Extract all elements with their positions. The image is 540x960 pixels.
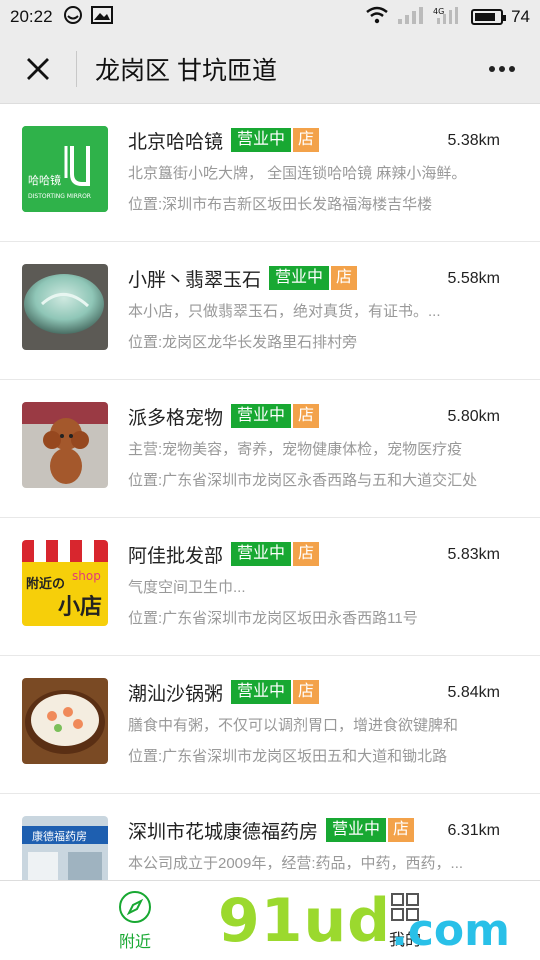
open-status-badge: 营业中	[231, 680, 292, 704]
status-time: 20:22	[10, 7, 53, 26]
store-address: 位置:深圳市布吉新区坂田长发路福海楼吉华楼	[128, 196, 433, 213]
title-divider	[76, 50, 77, 87]
store-thumbnail: 康德福药房	[22, 816, 108, 880]
store-distance: 6.31km	[447, 822, 500, 839]
close-button[interactable]	[18, 49, 58, 89]
open-status-badge: 营业中	[269, 266, 330, 290]
store-description: 主营:宠物美容，寄养，宠物健康体检，宠物医疗疫	[128, 441, 463, 458]
battery-percent: 74	[511, 7, 530, 26]
store-thumbnail	[22, 402, 108, 488]
image-notification-icon	[90, 5, 113, 29]
store-type-badge: 店	[388, 818, 415, 842]
store-name: 深圳市花城康德福药房	[128, 821, 319, 843]
store-thumbnail	[22, 264, 108, 350]
battery-icon	[471, 9, 507, 25]
more-dot-icon	[509, 65, 515, 72]
tab-bar: 附近 我的	[0, 880, 540, 960]
more-dot-icon	[489, 65, 495, 72]
store-thumbnail: 哈哈镜 DISTORTING MIRROR	[22, 126, 108, 212]
more-dot-icon	[499, 65, 505, 72]
store-distance: 5.83km	[447, 546, 500, 563]
open-status-badge: 营业中	[326, 818, 387, 842]
open-status-badge: 营业中	[231, 542, 292, 566]
store-name: 派多格宠物	[128, 407, 224, 429]
title-bar: 龙岗区 甘坑匝道	[0, 34, 540, 104]
store-item[interactable]: 康德福药房 深圳市花城康德福药房 营业中 店 本公司成立于2009年，经营:药品…	[0, 794, 540, 880]
tab-nearby[interactable]: 附近	[0, 881, 270, 960]
store-address: 位置:广东省深圳市龙岗区坂田永香西路11号	[128, 610, 418, 627]
svg-text:小店: 小店	[58, 595, 102, 620]
store-address: 位置:广东省深圳市龙岗区坂田五和大道和锄北路	[128, 748, 448, 765]
store-type-badge: 店	[293, 680, 320, 704]
store-item[interactable]: 哈哈镜 DISTORTING MIRROR 北京哈哈镜 营业中 店 北京簋街小吃…	[0, 104, 540, 242]
store-name: 阿佳批发部	[128, 545, 224, 567]
store-type-badge: 店	[331, 266, 358, 290]
store-address: 位置:广东省深圳市龙岗区永香西路与五和大道交汇处	[128, 472, 478, 489]
tab-nearby-label: 附近	[118, 933, 151, 951]
thumb-brand-text: DISTORTING MIRROR	[28, 193, 91, 200]
store-distance: 5.58km	[447, 270, 500, 287]
open-status-badge: 营业中	[231, 128, 292, 152]
store-description: 北京簋街小吃大牌， 全国连锁哈哈镜 麻辣小海鲜。	[128, 165, 467, 182]
store-item[interactable]: 潮汕沙锅粥 营业中 店 膳食中有粥，不仅可以调剂胃口，增进食欲键脾和 位置:广东…	[0, 656, 540, 794]
store-item[interactable]: 附近の shop 小店 阿佳批发部 营业中 店 气度空间卫生巾... 位置:广东…	[0, 518, 540, 656]
store-thumbnail	[22, 678, 108, 764]
close-icon	[27, 57, 49, 80]
store-type-badge: 店	[293, 404, 320, 428]
svg-text:shop: shop	[72, 569, 101, 583]
wifi-icon	[365, 6, 389, 29]
more-button[interactable]	[482, 49, 522, 89]
svg-text:康德福药房: 康德福药房	[32, 829, 87, 843]
grid-icon	[391, 892, 419, 921]
store-item[interactable]: 小胖丶翡翠玉石 营业中 店 本小店，只做翡翠玉石，绝对真货，有证书。... 位置…	[0, 242, 540, 380]
store-name: 小胖丶翡翠玉石	[128, 269, 262, 291]
page-title: 龙岗区 甘坑匝道	[95, 56, 277, 85]
tab-mine-label: 我的	[388, 931, 421, 949]
store-name: 潮汕沙锅粥	[128, 683, 224, 705]
store-distance: 5.80km	[447, 408, 500, 425]
store-distance: 5.84km	[447, 684, 500, 701]
status-bar: 20:22 4G 74	[0, 0, 540, 34]
svg-text:4G: 4G	[433, 7, 444, 16]
store-type-badge: 店	[293, 128, 320, 152]
store-description: 气度空间卫生巾...	[128, 579, 246, 596]
signal-icon	[397, 6, 425, 29]
4g-signal-icon: 4G	[433, 6, 463, 29]
store-address: 位置:龙岗区龙华长发路里石排村旁	[128, 334, 358, 351]
store-item[interactable]: 派多格宠物 营业中 店 主营:宠物美容，寄养，宠物健康体检，宠物医疗疫 位置:广…	[0, 380, 540, 518]
store-description: 膳食中有粥，不仅可以调剂胃口，增进食欲键脾和	[128, 717, 459, 734]
store-distance: 5.38km	[447, 132, 500, 149]
store-type-badge: 店	[293, 542, 320, 566]
svg-text:哈哈镜: 哈哈镜	[28, 173, 61, 187]
tab-mine[interactable]: 我的	[270, 881, 540, 960]
store-description: 本公司成立于2009年，经营:药品，中药，西药，...	[128, 855, 464, 872]
store-thumbnail: 附近の shop 小店	[22, 540, 108, 626]
store-name: 北京哈哈镜	[128, 131, 224, 153]
app-notification-icon	[63, 5, 83, 30]
compass-icon	[119, 890, 151, 923]
store-description: 本小店，只做翡翠玉石，绝对真货，有证书。...	[128, 303, 441, 320]
open-status-badge: 营业中	[231, 404, 292, 428]
store-list: 哈哈镜 DISTORTING MIRROR 北京哈哈镜 营业中 店 北京簋街小吃…	[0, 104, 540, 880]
svg-text:附近の: 附近の	[26, 576, 65, 592]
